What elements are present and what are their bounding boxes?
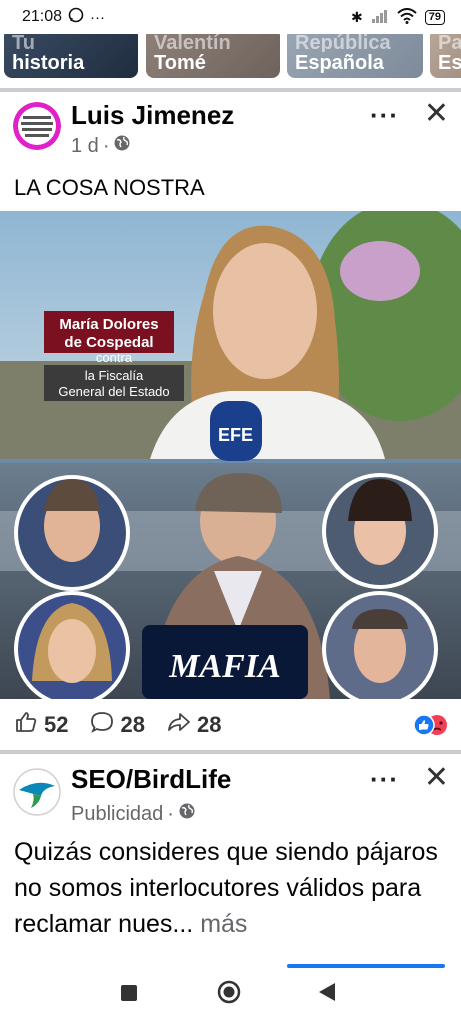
thumbs-up-icon <box>14 710 38 741</box>
post-text-block: Quizás consideres que siendo pájaros no … <box>14 834 454 942</box>
post-text: LA COSA NOSTRA <box>14 175 205 200</box>
story-card[interactable]: Pa Es <box>430 34 461 78</box>
close-icon[interactable]: ✕ <box>424 760 449 795</box>
caption-target-line2: General del Estado <box>58 384 169 399</box>
story-title: Es <box>438 52 461 74</box>
close-icon[interactable]: ✕ <box>424 96 449 131</box>
story-card[interactable]: Tu historia <box>4 34 138 78</box>
globe-icon <box>178 802 196 826</box>
post-meta: 1 d · <box>71 134 131 158</box>
caption-name-line2: de Cospedal <box>64 334 153 351</box>
share-button[interactable]: 28 <box>167 710 221 741</box>
more-options-button[interactable]: ··· <box>370 764 399 795</box>
story-title: historia <box>12 52 85 74</box>
story-card[interactable]: Valentín Tomé <box>146 34 280 78</box>
caption-contra: contra <box>96 350 133 365</box>
like-count: 52 <box>44 712 69 737</box>
bluetooth-icon: ✱ <box>351 8 363 25</box>
story-title: Tomé <box>154 52 206 74</box>
battery-icon: 79 <box>424 9 445 25</box>
reaction-bar: 52 28 28 <box>0 700 461 750</box>
post-time: 1 d <box>71 134 99 157</box>
scroll-indicator <box>287 964 445 968</box>
comment-count: 28 <box>120 712 145 737</box>
mafia-label: MAFIA <box>168 648 281 685</box>
wifi-icon <box>397 7 417 27</box>
story-title: Española <box>295 52 384 74</box>
post-meta: Publicidad · <box>71 802 196 826</box>
caption-target-line1: la Fiscalía <box>85 368 144 383</box>
whatsapp-icon <box>68 7 84 27</box>
share-icon <box>167 710 191 741</box>
more-notifications-icon: ··· <box>90 8 106 26</box>
signal-icon <box>371 9 389 26</box>
post-image[interactable]: EFE María Dolores de Cospedal contra la … <box>0 211 461 699</box>
mic-label: EFE <box>218 425 253 445</box>
story-card[interactable]: República Española <box>287 34 423 78</box>
sponsored-label: Publicidad <box>71 802 164 825</box>
home-button[interactable] <box>217 980 241 1010</box>
more-options-button[interactable]: ··· <box>370 100 399 131</box>
like-button[interactable]: 52 <box>14 710 68 741</box>
see-more-link[interactable]: más <box>200 910 247 938</box>
globe-icon <box>113 134 131 158</box>
post-author[interactable]: Luis Jimenez <box>71 100 234 131</box>
post-header: Luis Jimenez 1 d · ··· ✕ <box>0 92 461 162</box>
comment-icon <box>90 710 114 741</box>
back-button[interactable] <box>318 982 336 1008</box>
navigation-bar <box>0 950 461 1024</box>
divider <box>0 750 461 754</box>
status-time: 21:08 <box>22 8 63 25</box>
recents-button[interactable] <box>120 982 138 1008</box>
stories-row: Tu historia Valentín Tomé República Espa… <box>0 34 461 82</box>
share-count: 28 <box>196 712 222 737</box>
reaction-summary[interactable] <box>413 714 449 742</box>
advertiser-logo[interactable] <box>13 768 61 816</box>
avatar[interactable] <box>13 102 61 150</box>
status-bar: 21:08 ··· ✱ 79 <box>0 0 461 34</box>
post-header: SEO/BirdLife Publicidad · ··· ✕ <box>0 756 461 826</box>
caption-name-line1: María Dolores <box>59 316 158 333</box>
comment-button[interactable]: 28 <box>90 710 145 741</box>
post-author[interactable]: SEO/BirdLife <box>71 764 231 795</box>
